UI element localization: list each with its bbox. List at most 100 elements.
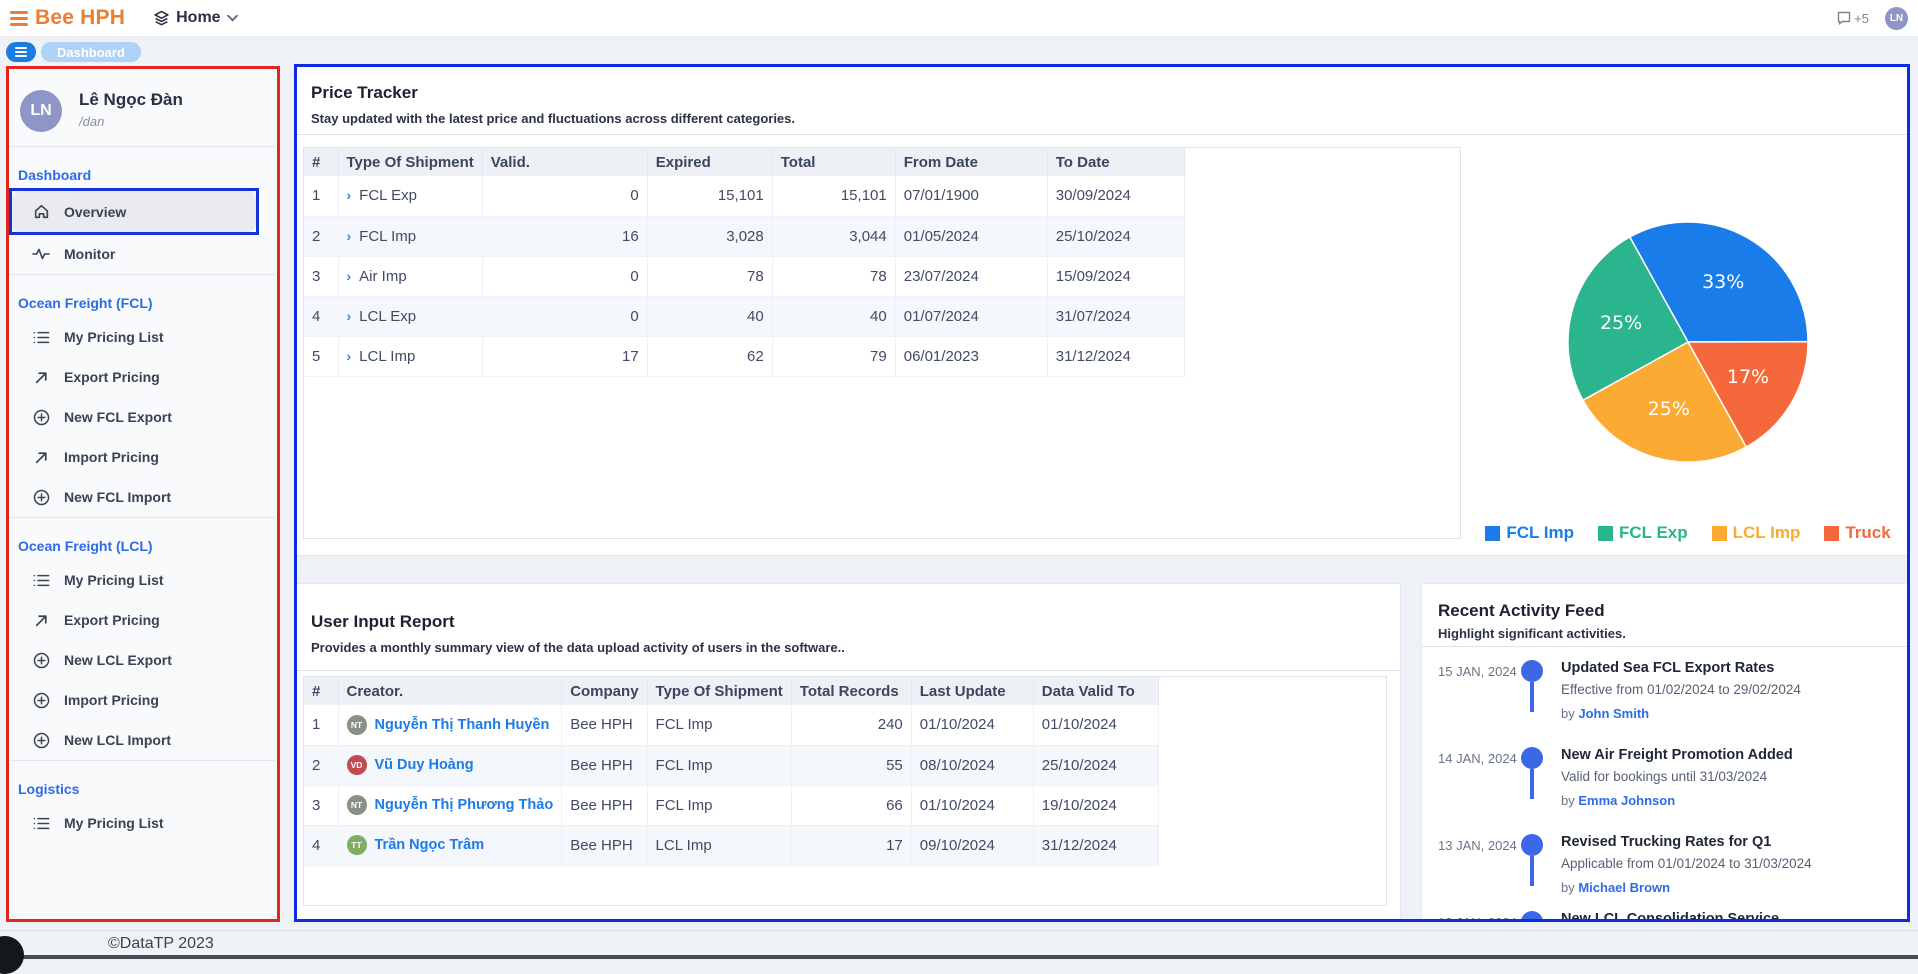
- card-divider: [1422, 646, 1909, 647]
- creator-name-link[interactable]: Nguyễn Thị Phương Thảo: [375, 797, 554, 813]
- chat-button[interactable]: +5: [1836, 10, 1869, 26]
- user-report-table: #Creator.CompanyType Of ShipmentTotal Re…: [304, 677, 1159, 866]
- chat-badge: +5: [1854, 11, 1869, 26]
- user-avatar[interactable]: LN: [1885, 7, 1908, 30]
- sidebar-section-title: Logistics: [6, 775, 280, 803]
- table-header-row: #Type Of ShipmentValid.ExpiredTotalFrom …: [304, 148, 1184, 176]
- creator: TTTrần Ngọc Trâm: [347, 835, 554, 855]
- cell-from-date: 01/05/2024: [895, 216, 1047, 256]
- table-header-row: #Creator.CompanyType Of ShipmentTotal Re…: [304, 677, 1158, 705]
- activity-detail: Applicable from 01/01/2024 to 31/03/2024: [1561, 856, 1812, 871]
- timeline-stem: [1530, 682, 1534, 712]
- cell-index: 2: [304, 745, 338, 785]
- timeline-dot-icon: [1521, 660, 1543, 682]
- activity-author-link[interactable]: John Smith: [1578, 706, 1649, 721]
- app-logo-text: Bee HPH: [35, 6, 125, 30]
- legend-label: Truck: [1845, 523, 1890, 543]
- nav-home[interactable]: Home: [153, 9, 237, 27]
- creator-name-link[interactable]: Vũ Duy Hoàng: [375, 757, 474, 773]
- sidebar-item-my-pricing-list[interactable]: My Pricing List: [12, 560, 274, 600]
- shipment-type-label: LCL Imp: [359, 348, 415, 365]
- cell-last-update: 08/10/2024: [911, 745, 1033, 785]
- legend-swatch: [1485, 526, 1500, 541]
- sidebar-item-export-pricing[interactable]: Export Pricing: [12, 357, 274, 397]
- cell-creator: NTNguyễn Thị Phương Thảo: [338, 785, 562, 825]
- copyright-text: ©DataTP 2023: [108, 935, 214, 953]
- nav-home-label: Home: [176, 9, 220, 27]
- column-header-expired: Expired: [647, 148, 772, 176]
- expand-row-icon[interactable]: ›: [347, 308, 352, 324]
- creator-name-link[interactable]: Trần Ngọc Trâm: [375, 837, 485, 853]
- creator-avatar: VD: [347, 755, 367, 775]
- activity-author-link[interactable]: Emma Johnson: [1578, 793, 1675, 808]
- sidebar-section-logistics: Logistics My Pricing List: [6, 761, 280, 843]
- creator-name-link[interactable]: Nguyễn Thị Thanh Huyền: [375, 717, 550, 733]
- cell-from-date: 06/01/2023: [895, 336, 1047, 376]
- sidebar-section-ocean-freight-fcl: Ocean Freight (FCL)My Pricing ListExport…: [6, 275, 280, 517]
- legend-label: FCL Imp: [1506, 523, 1574, 543]
- table-row: 3›Air Imp0787823/07/202415/09/2024: [304, 256, 1184, 296]
- breadcrumb: Dashboard: [6, 42, 141, 62]
- menu-hamburger-icon[interactable]: [10, 11, 28, 26]
- activity-detail: Effective from 01/02/2024 to 29/02/2024: [1561, 682, 1801, 697]
- sidebar-item-new-fcl-export[interactable]: New FCL Export: [12, 397, 274, 437]
- sidebar-item-label: My Pricing List: [64, 815, 164, 831]
- shipment-type-label: LCL Exp: [359, 308, 416, 325]
- app-logo[interactable]: Bee HPH: [10, 6, 125, 30]
- sidebar-item-monitor[interactable]: Monitor: [12, 234, 274, 274]
- sidebar-item-my-pricing-list[interactable]: My Pricing List: [12, 803, 274, 843]
- creator: VD Vũ Duy Hoàng: [347, 755, 554, 775]
- shipment-type-label: FCL Exp: [359, 187, 417, 204]
- activity-headline: New Air Freight Promotion Added: [1561, 747, 1793, 763]
- sidebar-toggle-button[interactable]: [6, 42, 36, 62]
- cell-: 5: [304, 336, 338, 376]
- breadcrumb-dashboard-tab[interactable]: Dashboard: [41, 42, 141, 62]
- cell-to-date: 31/12/2024: [1047, 336, 1184, 376]
- pie-slice-label: 25%: [1600, 312, 1642, 334]
- table-row: 2›FCL Imp163,0283,04401/05/202425/10/202…: [304, 216, 1184, 256]
- plus-circle-icon: [32, 408, 50, 426]
- cell-type-of-shipment: FCL Imp: [647, 705, 791, 745]
- sidebar-item-new-lcl-export[interactable]: New LCL Export: [12, 640, 274, 680]
- activity-author: by John Smith: [1561, 706, 1649, 721]
- cell-to-date: 31/07/2024: [1047, 296, 1184, 336]
- sidebar-item-export-pricing[interactable]: Export Pricing: [12, 600, 274, 640]
- cell-valid: 17: [482, 336, 647, 376]
- sidebar-item-import-pricing[interactable]: Import Pricing: [12, 437, 274, 477]
- price-tracker-title: Price Tracker: [311, 83, 418, 103]
- legend-item-lcl-imp[interactable]: LCL Imp: [1712, 523, 1801, 543]
- sidebar-item-label: My Pricing List: [64, 572, 164, 588]
- shipment-type-label: Air Imp: [359, 268, 407, 285]
- activity-author-link[interactable]: Michael Brown: [1578, 880, 1670, 895]
- column-header-index: #: [304, 148, 338, 176]
- sidebar-item-overview[interactable]: Overview: [12, 191, 256, 232]
- expand-row-icon[interactable]: ›: [347, 268, 352, 284]
- shipment-pie-chart: 33%17%25%25%: [1563, 217, 1813, 467]
- legend-item-truck[interactable]: Truck: [1824, 523, 1890, 543]
- legend-item-fcl-exp[interactable]: FCL Exp: [1598, 523, 1688, 543]
- sidebar-item-label: New FCL Export: [64, 409, 172, 425]
- sidebar-item-new-fcl-import[interactable]: New FCL Import: [12, 477, 274, 517]
- cell-total-records: 55: [791, 745, 911, 785]
- sidebar-item-label: Export Pricing: [64, 612, 160, 628]
- legend-item-fcl-imp[interactable]: FCL Imp: [1485, 523, 1574, 543]
- cell-data-valid-to: 19/10/2024: [1033, 785, 1158, 825]
- sidebar-item-my-pricing-list[interactable]: My Pricing List: [12, 317, 274, 357]
- expand-row-icon[interactable]: ›: [347, 228, 352, 244]
- profile-avatar[interactable]: LN: [20, 90, 62, 132]
- arrow-up-right-icon: [32, 611, 50, 629]
- sidebar-item-new-lcl-import[interactable]: New LCL Import: [12, 720, 274, 760]
- cell-from-date: 23/07/2024: [895, 256, 1047, 296]
- sidebar-item-import-pricing[interactable]: Import Pricing: [12, 680, 274, 720]
- legend-label: LCL Imp: [1733, 523, 1801, 543]
- activity-date: 13 JAN, 2024: [1438, 838, 1517, 853]
- sidebar-section-ocean-freight-lcl: Ocean Freight (LCL)My Pricing ListExport…: [6, 518, 280, 760]
- cell-type-of-shipment: › FCL Exp: [338, 176, 482, 216]
- timeline-dot-icon: [1521, 911, 1543, 922]
- cell-valid: 0: [482, 256, 647, 296]
- cell-expired: 3,028: [647, 216, 772, 256]
- cell-: 2: [304, 216, 338, 256]
- cell-total-records: 66: [791, 785, 911, 825]
- expand-row-icon[interactable]: ›: [347, 187, 352, 203]
- expand-row-icon[interactable]: ›: [347, 348, 352, 364]
